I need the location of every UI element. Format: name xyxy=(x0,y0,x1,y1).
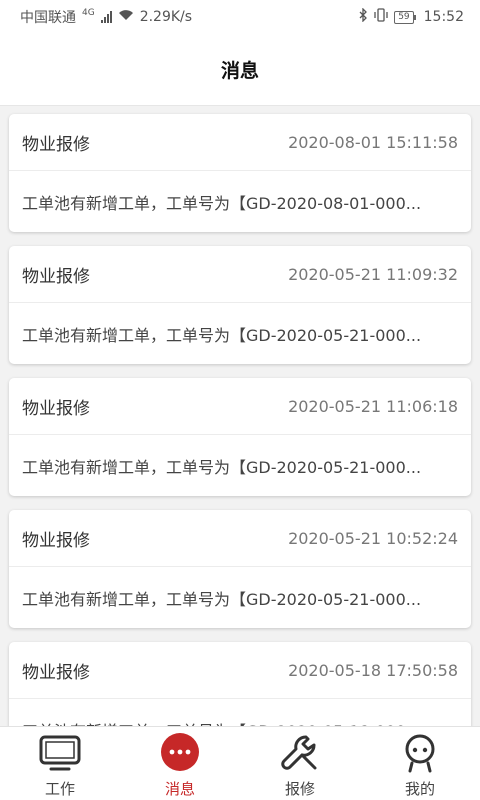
message-card[interactable]: 物业报修 2020-05-21 11:06:18 工单池有新增工单，工单号为【G… xyxy=(9,378,471,496)
signal-icon xyxy=(100,11,112,23)
message-title: 物业报修 xyxy=(22,134,90,155)
message-card-body: 工单池有新增工单，工单号为【GD-2020-05-21-000... xyxy=(9,435,471,496)
message-card[interactable]: 物业报修 2020-05-21 11:09:32 工单池有新增工单，工单号为【G… xyxy=(9,246,471,364)
message-card-header: 物业报修 2020-05-21 11:06:18 xyxy=(9,378,471,435)
bluetooth-icon xyxy=(359,7,368,26)
message-text: 工单池有新增工单，工单号为【GD-2020-05-18-000... xyxy=(22,718,458,727)
message-title: 物业报修 xyxy=(22,398,90,419)
robot-icon xyxy=(398,732,442,774)
tab-label: 工作 xyxy=(44,780,75,798)
message-card[interactable]: 物业报修 2020-08-01 15:11:58 工单池有新增工单，工单号为【G… xyxy=(9,114,471,232)
network-type-label: 4G xyxy=(82,8,95,18)
message-time: 2020-05-21 11:06:18 xyxy=(288,396,458,416)
wrench-icon xyxy=(278,732,322,774)
page-title: 消息 xyxy=(220,60,259,82)
message-time: 2020-05-18 17:50:58 xyxy=(288,660,458,680)
tab-label: 消息 xyxy=(164,780,195,798)
message-time: 2020-05-21 11:09:32 xyxy=(288,264,458,284)
tab-label: 我的 xyxy=(404,780,435,798)
bottom-tab-bar: 工作 消息 报修 我的 xyxy=(0,726,480,800)
message-card-body: 工单池有新增工单，工单号为【GD-2020-08-01-000... xyxy=(9,171,471,232)
message-card-header: 物业报修 2020-05-21 10:52:24 xyxy=(9,510,471,567)
message-card-header: 物业报修 2020-08-01 15:11:58 xyxy=(9,114,471,171)
wifi-icon xyxy=(118,9,134,25)
message-card-header: 物业报修 2020-05-18 17:50:58 xyxy=(9,642,471,699)
status-left: 中国联通 4G 2.29K/s xyxy=(20,7,192,27)
screen: 中国联通 4G 2.29K/s 59 15:52 消息 物业报修 2020-08… xyxy=(0,0,480,800)
tab-mine[interactable]: 我的 xyxy=(360,727,480,800)
page-header: 消息 xyxy=(0,34,480,106)
status-bar: 中国联通 4G 2.29K/s 59 15:52 xyxy=(0,0,480,34)
network-speed: 2.29K/s xyxy=(139,9,193,25)
message-time: 2020-05-21 10:52:24 xyxy=(288,528,458,548)
message-text: 工单池有新增工单，工单号为【GD-2020-08-01-000... xyxy=(22,193,422,213)
vibrate-icon xyxy=(374,8,388,26)
status-right: 59 15:52 xyxy=(359,7,464,26)
tab-messages[interactable]: 消息 xyxy=(120,727,240,800)
message-card[interactable]: 物业报修 2020-05-18 17:50:58 工单池有新增工单，工单号为【G… xyxy=(9,642,471,726)
message-list[interactable]: 物业报修 2020-08-01 15:11:58 工单池有新增工单，工单号为【G… xyxy=(0,107,480,726)
monitor-icon xyxy=(38,732,82,774)
message-card-body: 工单池有新增工单，工单号为【GD-2020-05-21-000... xyxy=(9,567,471,628)
chat-bubble-icon xyxy=(158,732,202,774)
message-text: 工单池有新增工单，工单号为【GD-2020-05-21-000... xyxy=(22,589,422,609)
tab-label: 报修 xyxy=(284,780,315,798)
carrier-label: 中国联通 xyxy=(20,10,76,26)
message-card[interactable]: 物业报修 2020-05-21 10:52:24 工单池有新增工单，工单号为【G… xyxy=(9,510,471,628)
message-title: 物业报修 xyxy=(22,266,90,287)
tab-work[interactable]: 工作 xyxy=(0,727,120,800)
message-text: 工单池有新增工单，工单号为【GD-2020-05-21-000... xyxy=(22,325,422,345)
battery-icon: 59 xyxy=(394,10,417,24)
message-card-body: 工单池有新增工单，工单号为【GD-2020-05-18-000... xyxy=(9,699,471,727)
tab-repair[interactable]: 报修 xyxy=(240,727,360,800)
message-text: 工单池有新增工单，工单号为【GD-2020-05-21-000... xyxy=(22,457,422,477)
message-card-body: 工单池有新增工单，工单号为【GD-2020-05-21-000... xyxy=(9,303,471,364)
clock: 15:52 xyxy=(423,9,464,25)
message-title: 物业报修 xyxy=(22,530,90,551)
message-time: 2020-08-01 15:11:58 xyxy=(288,132,458,152)
message-card-header: 物业报修 2020-05-21 11:09:32 xyxy=(9,246,471,303)
message-title: 物业报修 xyxy=(22,662,90,683)
